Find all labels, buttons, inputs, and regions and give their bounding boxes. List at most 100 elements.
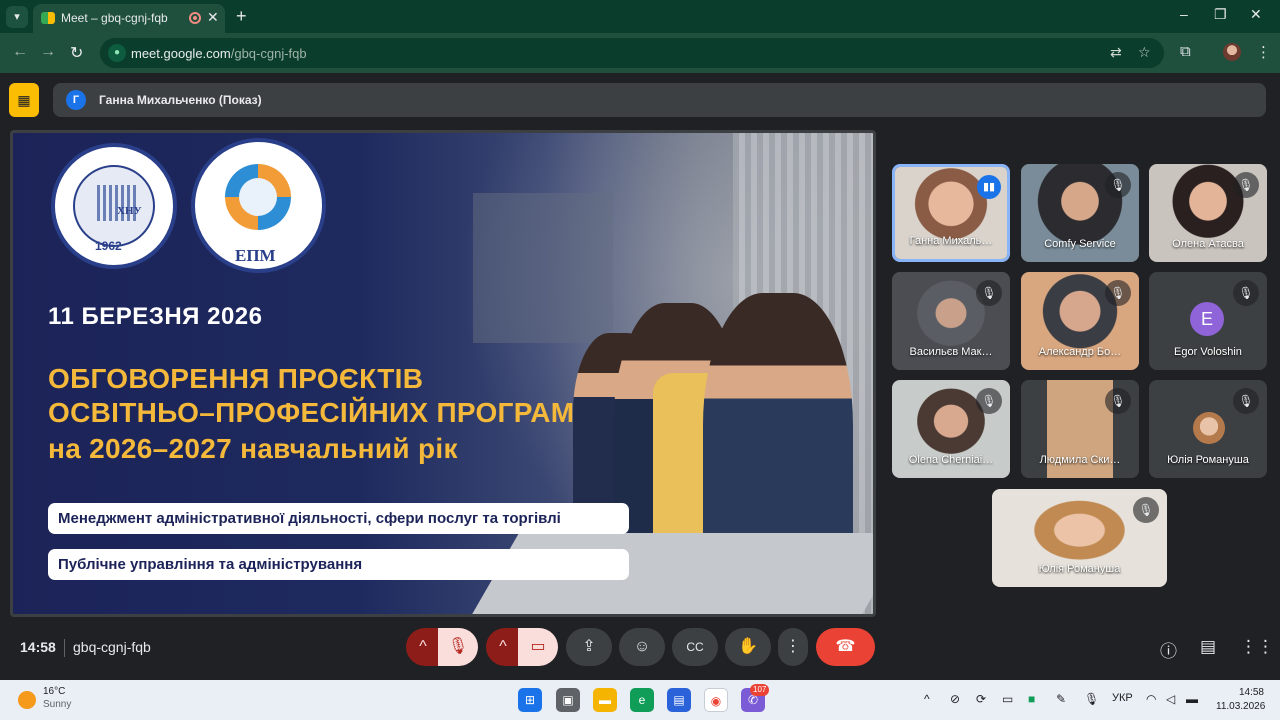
presenter-bar: Г Ганна Михальченко (Показ) xyxy=(53,83,1266,117)
paint-icon[interactable]: ✎ xyxy=(1056,692,1066,706)
browser-toolbar: ← → ↻ ● meet.google.com/gbq-cgnj-fqb ⇄ ☆… xyxy=(0,33,1280,73)
video-options-chevron-icon[interactable]: ^ xyxy=(486,628,520,666)
clock-time: 14:58 xyxy=(1238,687,1264,698)
participant-tile[interactable]: 🎙 Юлія Романуша xyxy=(992,489,1167,587)
translate-icon[interactable]: ⇄ xyxy=(1110,44,1122,61)
microphone-icon[interactable]: 🎙 xyxy=(1084,692,1099,706)
slide-heading-line1: ОБГОВОРЕННЯ ПРОЄКТІВ xyxy=(48,363,424,394)
participant-tile[interactable]: 🎙 Людмила Ски… xyxy=(1021,380,1139,478)
store-icon[interactable]: ▤ xyxy=(667,688,691,712)
browser-tab-meet[interactable]: Meet – gbq-cgnj-fqb ✕ xyxy=(33,4,225,33)
address-bar[interactable]: ● meet.google.com/gbq-cgnj-fqb ⇄ ☆ xyxy=(100,38,1164,68)
weather-temperature: 16°C xyxy=(43,686,66,697)
participant-tile[interactable]: ▮▮ Ганна Михаль… xyxy=(892,164,1010,262)
bookmark-star-icon[interactable]: ☆ xyxy=(1138,44,1151,61)
activities-grid-icon[interactable]: ⋮⋮ xyxy=(1240,637,1274,657)
meet-workspace: ▦ Г Ганна Михальченко (Показ) ХНУ 1962 Е… xyxy=(0,73,1280,680)
participant-tile[interactable]: 🎙 Comfy Service xyxy=(1021,164,1139,262)
participant-photo-avatar xyxy=(1193,412,1225,444)
sun-icon xyxy=(18,691,36,709)
weather-description: Sunny xyxy=(43,699,72,710)
maximize-button[interactable]: ❐ xyxy=(1214,6,1227,23)
weather-widget[interactable]: 16°C Sunny xyxy=(43,686,71,710)
file-explorer-icon[interactable]: ▬ xyxy=(593,688,617,712)
university-logo-year: 1962 xyxy=(95,239,122,253)
raise-hand-button[interactable]: ✋ xyxy=(725,628,771,666)
camera-toggle-button[interactable]: ▭ xyxy=(518,628,558,666)
show-hidden-icons-icon[interactable]: ^ xyxy=(924,692,930,706)
mic-muted-icon: 🎙 xyxy=(1105,280,1131,306)
university-logo: ХНУ 1962 xyxy=(51,143,177,269)
wifi-icon[interactable]: ◠ xyxy=(1146,692,1156,706)
extensions-puzzle-icon[interactable]: ⧉ xyxy=(1180,43,1191,60)
language-indicator[interactable]: УКР xyxy=(1112,692,1133,704)
chrome-icon[interactable]: ◉ xyxy=(704,688,728,712)
tab-title: Meet – gbq-cgnj-fqb xyxy=(61,11,168,25)
stop-presentation-icon[interactable]: ▦ xyxy=(9,83,39,117)
participant-tile[interactable]: 🎙 Юлія Романуша xyxy=(1149,380,1267,478)
slide-heading-line2: ОСВІТНЬО–ПРОФЕСІЙНИХ ПРОГРАМ xyxy=(48,397,575,428)
participant-tile[interactable]: 🎙 Olena Cherniai… xyxy=(892,380,1010,478)
participant-name: Comfy Service xyxy=(1044,238,1116,250)
battery-icon[interactable]: ▬ xyxy=(1186,692,1198,706)
more-options-button[interactable]: ⋮ xyxy=(778,628,808,666)
participant-tile[interactable]: E 🎙 Egor Voloshin xyxy=(1149,272,1267,370)
audio-options-chevron-icon[interactable]: ^ xyxy=(406,628,440,666)
present-screen-button[interactable]: ⇪ xyxy=(566,628,612,666)
reactions-button[interactable]: ☺ xyxy=(619,628,665,666)
university-logo-emblem: ХНУ xyxy=(73,165,155,247)
url-text: meet.google.com/gbq-cgnj-fqb xyxy=(131,46,307,61)
edge-browser-icon[interactable]: e xyxy=(630,688,654,712)
mic-toggle-button[interactable]: 🎙 xyxy=(438,628,478,666)
tab-search-button[interactable]: ▾ xyxy=(6,6,28,28)
department-logo: ЕПМ xyxy=(191,138,326,273)
mic-muted-icon: 🎙 xyxy=(1233,172,1259,198)
presentation-slide[interactable]: ХНУ 1962 ЕПМ 11 БЕРЕЗНЯ 2026 ОБГОВОРЕННЯ… xyxy=(10,130,876,617)
minimize-button[interactable]: – xyxy=(1180,6,1188,22)
speaking-indicator-icon: ▮▮ xyxy=(977,175,1001,199)
tray-app-icon[interactable]: ⊘ xyxy=(950,692,960,706)
new-tab-button[interactable]: + xyxy=(236,6,247,27)
back-arrow-icon[interactable]: ← xyxy=(12,43,28,61)
participant-name: Васильєв Мак… xyxy=(909,346,993,358)
forward-arrow-icon[interactable]: → xyxy=(40,43,56,61)
department-globe-icon xyxy=(225,164,291,230)
browser-tab-strip: ▾ Meet – gbq-cgnj-fqb ✕ + – ❐ ✕ xyxy=(0,0,1280,33)
mic-muted-icon: 🎙 xyxy=(1233,388,1259,414)
system-clock[interactable]: 14:58 11.03.2026 xyxy=(1216,686,1266,714)
participant-tile[interactable]: 🎙 Олена Атасва xyxy=(1149,164,1267,262)
divider xyxy=(64,639,65,657)
reload-icon[interactable]: ↻ xyxy=(70,43,83,63)
meet-control-bar: 14:58 gbq-cgnj-fqb ^ 🎙 ^ ▭ ⇪ ☺ CC ✋ ⋮ ☎ … xyxy=(0,625,1280,680)
participant-name: Юлія Романуша xyxy=(1167,454,1249,466)
close-tab-icon[interactable]: ✕ xyxy=(207,9,219,26)
display-icon[interactable]: ▭ xyxy=(1002,692,1013,706)
leave-call-button[interactable]: ☎ xyxy=(816,628,875,666)
microphone-in-use-icon[interactable]: ● xyxy=(108,44,126,62)
volume-icon[interactable]: ◁ xyxy=(1166,692,1175,706)
meeting-info-icon[interactable]: ⓘ xyxy=(1160,637,1177,662)
participant-name: Olena Cherniai… xyxy=(908,454,994,466)
windows-taskbar: 16°C Sunny ⊞ ▣ ▬ e ▤ ◉ ✆ 107 ^ ⊘ ⟳ ▭ ■ ✎… xyxy=(0,680,1280,720)
notification-badge: 107 xyxy=(750,684,770,696)
captions-button[interactable]: CC xyxy=(672,628,718,666)
chat-icon[interactable]: ▤ xyxy=(1200,637,1216,657)
sync-icon[interactable]: ⟳ xyxy=(976,692,986,706)
task-view-icon[interactable]: ▣ xyxy=(556,688,580,712)
participant-tile[interactable]: 🎙 Александр Бо… xyxy=(1021,272,1139,370)
chrome-menu-icon[interactable]: ⋮ xyxy=(1256,43,1271,61)
mic-muted-icon: 🎙 xyxy=(976,280,1002,306)
nvidia-icon[interactable]: ■ xyxy=(1028,692,1035,706)
profile-avatar[interactable] xyxy=(1223,43,1241,61)
presenter-label: Ганна Михальченко (Показ) xyxy=(99,93,262,107)
windows-start-icon[interactable]: ⊞ xyxy=(518,688,542,712)
close-window-button[interactable]: ✕ xyxy=(1250,6,1262,23)
mic-muted-icon: 🎙 xyxy=(1105,388,1131,414)
participant-tile[interactable]: 🎙 Васильєв Мак… xyxy=(892,272,1010,370)
meeting-code: gbq-cgnj-fqb xyxy=(73,639,151,655)
clock-date: 11.03.2026 xyxy=(1216,701,1266,712)
participant-name: Egor Voloshin xyxy=(1174,346,1242,358)
participant-avatar: E xyxy=(1190,302,1224,336)
participant-name: Ганна Михаль… xyxy=(909,235,993,247)
mic-muted-icon: 🎙 xyxy=(1105,172,1131,198)
